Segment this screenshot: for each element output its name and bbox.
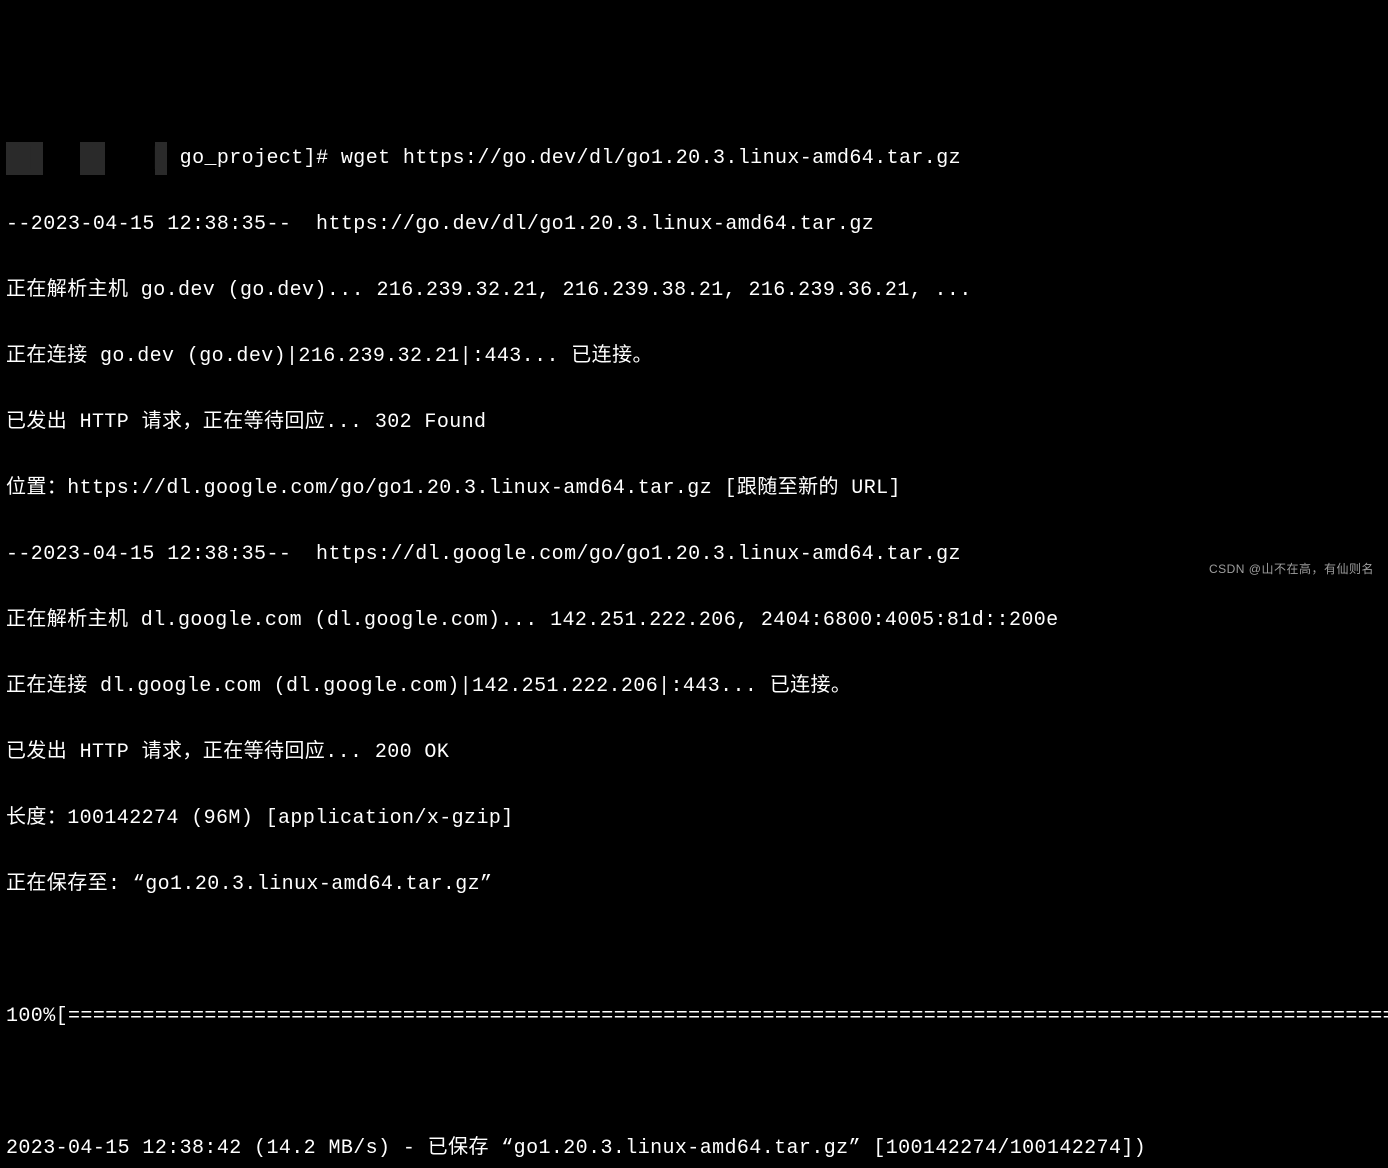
redacted-path: █	[155, 142, 167, 175]
output-line: --2023-04-15 12:38:35-- https://dl.googl…	[6, 538, 1382, 571]
output-line: 正在连接 go.dev (go.dev)|216.239.32.21|:443.…	[6, 340, 1382, 373]
output-line: 已发出 HTTP 请求，正在等待回应... 302 Found	[6, 406, 1382, 439]
blank-line	[6, 934, 1382, 967]
output-line: 正在解析主机 dl.google.com (dl.google.com)... …	[6, 604, 1382, 637]
redacted-user: ███	[6, 142, 43, 175]
redacted-host: ██	[80, 142, 105, 175]
progress-bar-line: 100%[===================================…	[6, 1000, 1382, 1033]
watermark-text: CSDN @山不在高，有仙则名	[1209, 560, 1374, 580]
output-line: 位置：https://dl.google.com/go/go1.20.3.lin…	[6, 472, 1382, 505]
command-text: wget https://go.dev/dl/go1.20.3.linux-am…	[341, 147, 961, 170]
output-line: 正在解析主机 go.dev (go.dev)... 216.239.32.21,…	[6, 274, 1382, 307]
blank-line	[6, 1066, 1382, 1099]
terminal-prompt-line: ███ ██ █ go_project]# wget https://go.de…	[6, 142, 1382, 175]
output-line: 已发出 HTTP 请求，正在等待回应... 200 OK	[6, 736, 1382, 769]
final-line: 2023-04-15 12:38:42 (14.2 MB/s) - 已保存 “g…	[6, 1132, 1382, 1165]
prompt-dir: go_project]#	[167, 147, 341, 170]
output-line: 长度：100142274 (96M) [application/x-gzip]	[6, 802, 1382, 835]
output-line: --2023-04-15 12:38:35-- https://go.dev/d…	[6, 208, 1382, 241]
output-line: 正在连接 dl.google.com (dl.google.com)|142.2…	[6, 670, 1382, 703]
output-line: 正在保存至: “go1.20.3.linux-amd64.tar.gz”	[6, 868, 1382, 901]
